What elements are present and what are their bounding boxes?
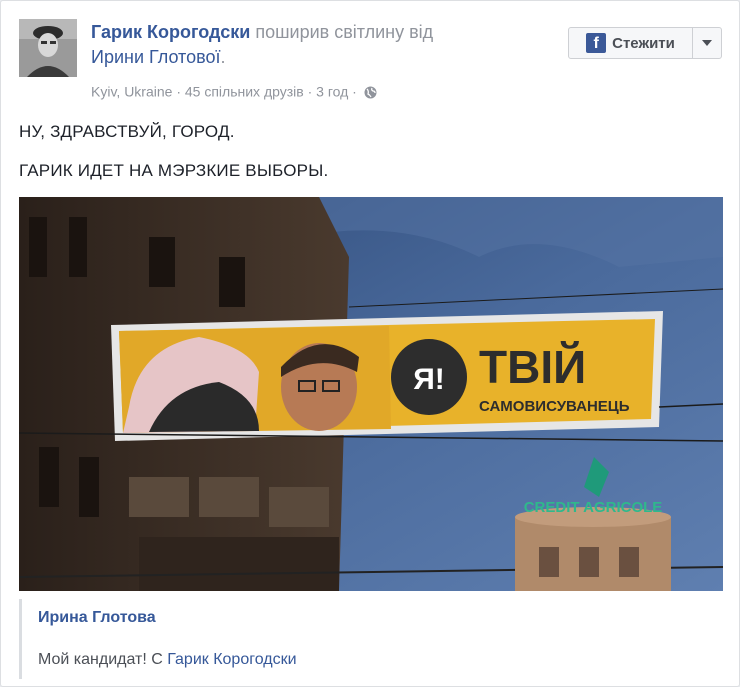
- author-link[interactable]: Гарик Корогодски: [91, 22, 250, 42]
- meta-separator: ·: [348, 83, 361, 100]
- globe-icon[interactable]: [364, 85, 377, 99]
- post-meta: Kyiv, Ukraine · 45 спільних друзів · 3 г…: [91, 81, 377, 100]
- quote-text: Мой кандидат! С: [38, 651, 163, 668]
- source-author-link[interactable]: Ирини Глотової: [91, 47, 220, 67]
- bank-sign: CREDIT AGRICOLE: [524, 499, 663, 516]
- quote-mention-link[interactable]: Гарик Корогодски: [167, 651, 296, 668]
- post-card: Гарик Корогодски поширив світлину від Ир…: [0, 0, 740, 687]
- shared-text: поширив світлину від: [255, 22, 434, 42]
- post-text-line-1: НУ, ЗДРАВСТВУЙ, ГОРОД.: [19, 122, 235, 141]
- billboard-logo: Я!: [413, 363, 445, 396]
- billboard-title: ТВІЙ: [479, 341, 586, 393]
- quote-author-link[interactable]: Ирина Глотова: [38, 609, 156, 626]
- source-suffix: .: [220, 47, 226, 67]
- billboard-subtitle: САМОВИСУВАНЕЦЬ: [479, 398, 630, 415]
- meta-separator: ·: [303, 83, 317, 100]
- post-text-line-2: ГАРИК ИДЕТ НА МЭРЗКИЕ ВЫБОРЫ.: [19, 161, 329, 180]
- timestamp-link[interactable]: 3 год: [316, 83, 348, 99]
- post-photo[interactable]: CREDIT AGRICOLE Я! ТВІЙ САМОВИСУВАНЕЦЬ: [19, 197, 723, 591]
- location-link[interactable]: Kyiv, Ukraine: [91, 83, 172, 99]
- facebook-icon: f: [586, 33, 607, 53]
- shared-quote: Ирина Глотова Мой кандидат! С Гарик Коро…: [19, 599, 722, 679]
- mutual-friends-link[interactable]: 45 спільних друзів: [185, 83, 304, 99]
- follow-main[interactable]: f Стежити: [569, 28, 692, 58]
- follow-dropdown[interactable]: [692, 28, 721, 58]
- follow-button[interactable]: f Стежити: [568, 27, 722, 59]
- chevron-down-icon: [702, 40, 712, 46]
- follow-label: Стежити: [612, 34, 675, 52]
- meta-separator: ·: [172, 83, 185, 100]
- avatar[interactable]: [19, 19, 77, 77]
- post-header: Гарик Корогодски поширив світлину від Ир…: [91, 20, 531, 70]
